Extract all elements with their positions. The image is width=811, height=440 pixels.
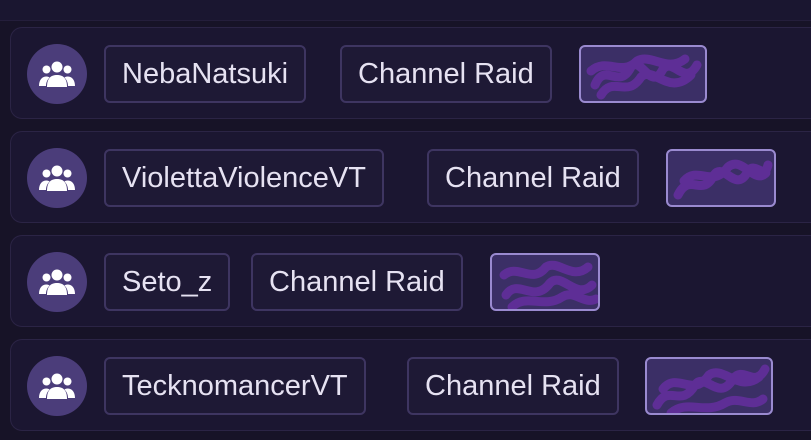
event-type-badge: Channel Raid: [427, 149, 639, 207]
redacted-viewer-count: [579, 45, 707, 103]
event-row[interactable]: TecknomancerVT Channel Raid: [10, 339, 811, 431]
raid-group-icon: [27, 356, 87, 416]
event-type-badge: Channel Raid: [251, 253, 463, 311]
username-badge[interactable]: Seto_z: [104, 253, 231, 311]
event-row[interactable]: Seto_z Channel Raid: [10, 235, 811, 327]
redacted-viewer-count: [666, 149, 776, 207]
event-type-badge: Channel Raid: [340, 45, 552, 103]
previous-event-edge: [0, 0, 811, 21]
event-row[interactable]: NebaNatsuki Channel Raid: [10, 27, 811, 119]
username-badge[interactable]: TecknomancerVT: [104, 357, 366, 415]
username-badge[interactable]: ViolettaViolenceVT: [104, 149, 384, 207]
raid-group-icon: [27, 148, 87, 208]
raid-group-icon: [27, 252, 87, 312]
raid-group-icon: [27, 44, 87, 104]
username-badge[interactable]: NebaNatsuki: [104, 45, 307, 103]
event-type-badge: Channel Raid: [407, 357, 619, 415]
redacted-viewer-count: [490, 253, 600, 311]
redacted-viewer-count: [645, 357, 773, 415]
activity-feed: NebaNatsuki Channel Raid ViolettaViolenc…: [0, 0, 811, 440]
event-row[interactable]: ViolettaViolenceVT Channel Raid: [10, 131, 811, 223]
